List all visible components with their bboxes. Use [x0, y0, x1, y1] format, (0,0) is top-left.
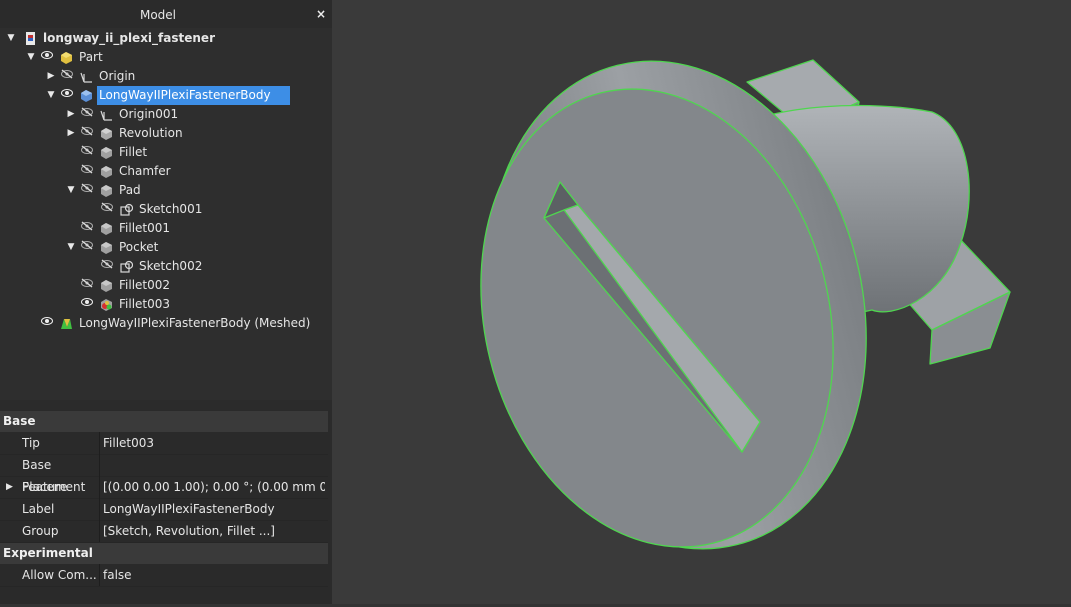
collapse-arrow-icon[interactable]: ▼	[6, 29, 16, 48]
tree-item-label: Pocket	[119, 240, 159, 254]
tree-item-label: Sketch002	[139, 259, 203, 273]
tree-item[interactable]: ▶ Origin	[0, 67, 332, 86]
origin-icon	[80, 70, 93, 83]
tree-item-label: Origin001	[119, 107, 179, 121]
property-name: Tip	[22, 436, 40, 450]
tree-item-label: Origin	[99, 69, 136, 83]
property-editor: Base Tip Fillet003 Base Feature ▶ Placem…	[0, 410, 330, 604]
tree-item-label: longway_ii_plexi_fastener	[43, 31, 215, 45]
tree-item[interactable]: Chamfer	[0, 162, 332, 181]
chamfer-icon	[100, 165, 113, 178]
pocket-icon	[100, 241, 113, 254]
property-value[interactable]: [(0.00 0.00 1.00); 0.00 °; (0.00 mm 0.0.…	[103, 476, 325, 498]
eye-hidden-icon[interactable]	[80, 276, 94, 295]
left-panel: Model × ▼ longway_ii_plexi_fastener ▼ Part ▶…	[0, 0, 332, 604]
collapse-arrow-icon[interactable]: ▼	[66, 238, 76, 257]
property-row-base-feature[interactable]: Base Feature	[0, 454, 328, 494]
body-icon	[80, 89, 93, 102]
property-name: Group	[22, 524, 59, 538]
tree-item-label: Pad	[119, 183, 141, 197]
property-row-label[interactable]: Label LongWayIIPlexiFastenerBody	[0, 498, 328, 521]
tree-item-label: Revolution	[119, 126, 183, 140]
sketch-icon	[120, 260, 134, 273]
eye-hidden-icon[interactable]	[80, 124, 94, 143]
revolution-icon	[100, 127, 113, 140]
eye-hidden-icon[interactable]	[100, 257, 114, 276]
part-icon	[60, 51, 73, 64]
tree-item[interactable]: ▶ Origin001	[0, 105, 332, 124]
eye-hidden-icon[interactable]	[80, 181, 94, 200]
tree-item-label: Fillet	[119, 145, 148, 159]
tree-item[interactable]: ▼ Pad	[0, 181, 332, 200]
tree-item-label: Fillet002	[119, 278, 171, 292]
property-group-base[interactable]: Base	[0, 411, 328, 432]
property-value[interactable]: LongWayIIPlexiFastenerBody	[103, 498, 325, 520]
document-icon	[24, 32, 37, 45]
tree-item-label: Sketch001	[139, 202, 203, 216]
property-row-allow-compound[interactable]: Allow Com... false	[0, 564, 328, 587]
tree-item[interactable]: Fillet002	[0, 276, 332, 295]
tree-item[interactable]: ▼ longway_ii_plexi_fastener	[0, 29, 332, 48]
property-row-tip[interactable]: Tip Fillet003	[0, 432, 328, 455]
property-value[interactable]: [Sketch, Revolution, Fillet ...]	[103, 520, 325, 542]
fastener-model[interactable]	[332, 0, 1071, 604]
property-name: Label	[22, 502, 55, 516]
tree-item[interactable]: ▶ Revolution	[0, 124, 332, 143]
expand-arrow-icon[interactable]: ▶	[66, 105, 76, 124]
eye-visible-icon[interactable]	[60, 86, 74, 105]
tree-item[interactable]: Fillet	[0, 143, 332, 162]
property-value[interactable]: Fillet003	[103, 432, 325, 454]
fillet-tip-icon	[100, 298, 113, 311]
eye-visible-icon[interactable]	[40, 314, 54, 333]
fillet-icon	[100, 222, 113, 235]
panel-divider[interactable]	[0, 400, 332, 410]
property-row-group[interactable]: Group [Sketch, Revolution, Fillet ...]	[0, 520, 328, 543]
property-value[interactable]: false	[103, 564, 325, 586]
collapse-arrow-icon[interactable]: ▼	[46, 86, 56, 105]
tree-item-label: Fillet003	[119, 297, 171, 311]
eye-visible-icon[interactable]	[40, 48, 54, 67]
mesh-icon	[60, 317, 73, 330]
collapse-arrow-icon[interactable]: ▼	[26, 48, 36, 67]
panel-title: Model	[139, 8, 177, 22]
eye-hidden-icon[interactable]	[80, 105, 94, 124]
tree-item[interactable]: ▼ Part	[0, 48, 332, 67]
close-icon[interactable]: ×	[316, 7, 326, 21]
tree-item[interactable]: Sketch001	[0, 200, 332, 219]
tree-item[interactable]: Fillet003	[0, 295, 332, 314]
eye-hidden-icon[interactable]	[80, 238, 94, 257]
expand-arrow-icon[interactable]: ▶	[66, 124, 76, 143]
tree-item[interactable]: LongWayIIPlexiFastenerBody (Meshed)	[0, 314, 332, 333]
tree-item-label: Fillet001	[119, 221, 171, 235]
property-name: Allow Com...	[22, 568, 97, 582]
tree-item-label: Chamfer	[119, 164, 171, 178]
model-tree[interactable]: ▼ longway_ii_plexi_fastener ▼ Part ▶ Origin ▼ L…	[0, 28, 332, 400]
expand-arrow-icon[interactable]: ▶	[46, 67, 56, 86]
property-row-placement[interactable]: ▶ Placement [(0.00 0.00 1.00); 0.00 °; (…	[0, 476, 328, 499]
3d-viewport[interactable]	[332, 0, 1071, 604]
tree-item[interactable]: ▼ LongWayIIPlexiFastenerBody	[0, 86, 332, 105]
property-name: Placement	[22, 480, 86, 494]
property-group-experimental[interactable]: Experimental	[0, 543, 328, 564]
tree-item[interactable]: ▼ Pocket	[0, 238, 332, 257]
sketch-icon	[120, 203, 134, 216]
eye-visible-icon[interactable]	[80, 295, 94, 314]
eye-hidden-icon[interactable]	[80, 219, 94, 238]
origin-icon	[100, 108, 113, 121]
eye-hidden-icon[interactable]	[60, 67, 74, 86]
panel-header: Model ×	[0, 7, 332, 25]
pad-icon	[100, 184, 113, 197]
eye-hidden-icon[interactable]	[80, 162, 94, 181]
tree-item[interactable]: Sketch002	[0, 257, 332, 276]
tree-item-label: Part	[79, 50, 103, 64]
tree-item[interactable]: Fillet001	[0, 219, 332, 238]
tree-item-label: LongWayIIPlexiFastenerBody	[97, 86, 290, 105]
collapse-arrow-icon[interactable]: ▼	[66, 181, 76, 200]
tree-item-label: LongWayIIPlexiFastenerBody (Meshed)	[79, 316, 311, 330]
fillet-icon	[100, 279, 113, 292]
expand-arrow-icon[interactable]: ▶	[6, 476, 13, 498]
fillet-icon	[100, 146, 113, 159]
eye-hidden-icon[interactable]	[100, 200, 114, 219]
eye-hidden-icon[interactable]	[80, 143, 94, 162]
